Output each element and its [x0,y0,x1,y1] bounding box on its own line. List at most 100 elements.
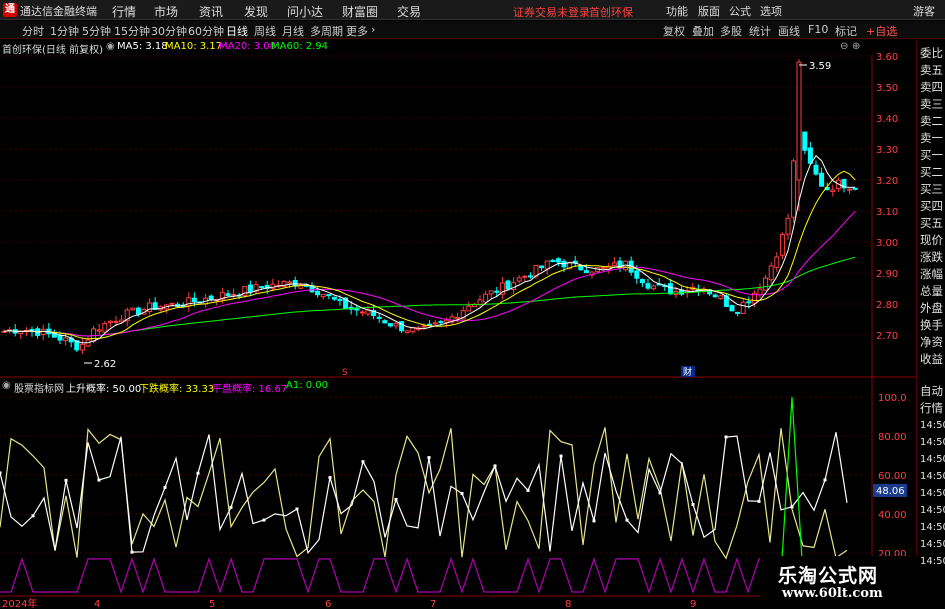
candle-body [387,323,393,327]
menu-bar: 通 通达信金融终端 行情 市场 资讯 发现 问小达 财富圈 交易 证券交易未登录… [0,0,945,20]
candle-body [796,61,802,181]
watermark-title: 乐淘公式网 [778,565,879,587]
tab-weekly[interactable]: 周线 [254,23,276,39]
candlestick-series [1,59,858,355]
candle-body [315,290,321,296]
candle-body [488,290,494,295]
quote-label: 买五 [920,216,943,230]
tab-more[interactable]: 更多 [346,23,368,39]
btn-f10[interactable]: F10 [808,23,828,36]
candle-body [404,330,410,334]
candle-body [359,311,365,314]
price-tick: 3.50 [876,83,898,94]
quote-label: 买二 [920,165,943,179]
candle-body [544,260,550,270]
auto-label[interactable]: 行情 [920,402,943,415]
candle-body [712,294,718,298]
candle-body [539,265,545,269]
menu-zixun[interactable]: 资讯 [199,3,223,20]
tab-multi-period[interactable]: 多周期 [310,23,343,39]
auto-label[interactable]: 自动 [920,385,943,398]
app-logo-icon: 通 [3,3,17,17]
candle-body [231,293,237,296]
signal-dot [130,550,134,554]
tab-daily[interactable]: 日线 [226,23,248,39]
candle-body [651,285,657,290]
menu-xuanxiang[interactable]: 选项 [760,3,782,19]
candle-body [667,283,673,295]
signal-dot [724,435,728,439]
candle-body [259,286,265,289]
candle-body [382,320,388,324]
candle-body [768,265,774,281]
signal-dot [823,478,827,482]
candle-body [287,281,293,284]
menu-gongneng[interactable]: 功能 [666,3,688,19]
btn-add-favorite[interactable]: +自选 [866,23,897,39]
signal-dots [0,435,827,554]
menu-wenxiaoda[interactable]: 问小达 [287,3,323,20]
tick-time: 14:50 [920,556,945,567]
candle-body [830,189,836,192]
signal-dot [790,505,794,509]
quote-label: 外盘 [920,301,943,315]
quote-label: 换手 [920,318,943,332]
quote-label: 卖二 [920,114,943,128]
candle-body [191,297,197,303]
tab-5min[interactable]: 5分钟 [82,23,111,39]
signal-dot [262,518,266,522]
candle-body [533,264,539,277]
chart-area[interactable]: 3.60 3.50 3.40 3.30 3.20 3.10 3.00 2.90 … [0,41,916,609]
candle-body [611,262,617,266]
price-tick: 3.00 [876,238,898,249]
date-tick: 7 [430,599,436,609]
quote-label: 总量 [920,284,943,298]
app-title: 通达信金融终端 [20,5,97,18]
tab-30min[interactable]: 30分钟 [151,23,187,39]
price-tick: 3.20 [876,176,898,187]
candle-body [505,280,511,290]
tab-60min[interactable]: 60分钟 [188,23,224,39]
tab-1min[interactable]: 1分钟 [50,23,79,39]
login-warning[interactable]: 证券交易未登录 [513,4,590,20]
menu-banmian[interactable]: 版面 [698,3,720,19]
marker-s: S [342,368,348,378]
tab-fenshi[interactable]: 分时 [22,23,44,39]
tab-monthly[interactable]: 月线 [282,23,304,39]
signal-dot [196,471,200,475]
low-annotation: 2.62 [94,359,116,370]
candle-body [169,302,175,305]
btn-fuquan[interactable]: 复权 [663,23,685,39]
ma10-line [3,170,856,340]
tab-15min[interactable]: 15分钟 [114,23,150,39]
candle-body [718,295,724,299]
btn-huaxian[interactable]: 画线 [778,23,800,39]
btn-biaoji[interactable]: 标记 [835,23,857,39]
menu-caifuquan[interactable]: 财富圈 [342,3,378,20]
signal-dot [229,505,233,509]
watermark: 乐淘公式网 www.60lt.com [760,556,920,609]
signal-dot [526,488,530,492]
menu-gongshi[interactable]: 公式 [729,3,751,19]
candle-body [326,294,332,297]
sub-tick: 100.0 [878,393,907,404]
menu-shichang[interactable]: 市场 [154,3,178,20]
guest-label[interactable]: 游客 [913,3,935,19]
price-tick: 3.30 [876,145,898,156]
date-tick: 8 [565,599,571,609]
tick-time: 14:50 [920,488,945,499]
candle-body [813,164,819,175]
btn-diejia[interactable]: 叠加 [692,23,714,39]
candle-body [331,296,337,300]
menu-faxian[interactable]: 发现 [244,3,268,20]
btn-duogu[interactable]: 多股 [720,23,742,39]
candle-body [527,275,533,278]
candle-body [96,329,102,332]
btn-tongji[interactable]: 统计 [749,23,771,39]
signal-dot [427,456,431,460]
signal-dot [592,519,596,523]
menu-hangqing[interactable]: 行情 [112,3,136,20]
signal-dot [328,476,332,480]
menu-jiaoyi[interactable]: 交易 [397,3,421,20]
candle-body [247,284,253,293]
